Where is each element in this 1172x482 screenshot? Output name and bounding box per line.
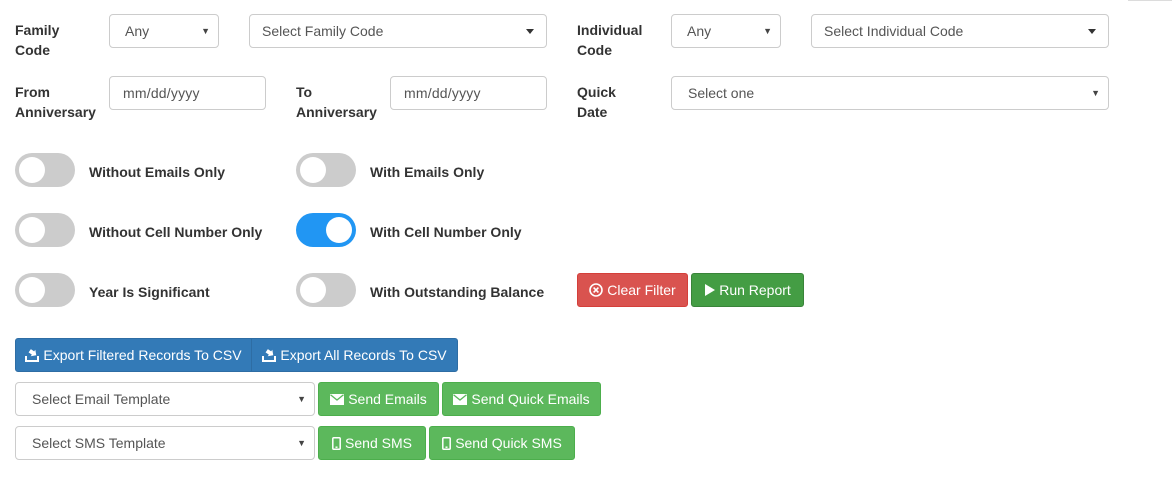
envelope-icon: [330, 393, 345, 405]
to-anniversary-placeholder: mm/dd/yyyy: [404, 85, 481, 101]
export-filtered-button[interactable]: Export Filtered Records To CSV: [15, 338, 252, 372]
toggle-with-emails-label: With Emails Only: [370, 164, 485, 180]
individual-code-label: Individual Code: [577, 20, 642, 60]
export-all-button[interactable]: Export All Records To CSV: [251, 338, 458, 372]
quick-date-select[interactable]: Select one ▼: [671, 76, 1109, 110]
family-code-placeholder: Select Family Code: [262, 23, 384, 39]
toggle-without-cell[interactable]: [15, 213, 75, 247]
to-anniversary-label: To Anniversary: [296, 82, 377, 122]
caret-down-icon: [526, 29, 534, 34]
sms-template-select[interactable]: Select SMS Template ▼: [15, 426, 315, 460]
dropdown-arrow-icon: ▼: [297, 438, 306, 448]
export-icon: [25, 349, 40, 363]
mobile-phone-icon: [332, 436, 341, 450]
mobile-phone-icon: [442, 436, 452, 450]
toggle-knob: [300, 157, 326, 183]
quick-date-label-line2: Date: [577, 104, 608, 120]
run-report-button[interactable]: Run Report: [691, 273, 804, 307]
send-quick-emails-button[interactable]: Send Quick Emails: [442, 382, 601, 416]
export-all-label: Export All Records To CSV: [280, 347, 447, 363]
individual-code-label-line1: Individual: [577, 22, 643, 38]
toggle-without-emails[interactable]: [15, 153, 75, 187]
toggle-with-cell[interactable]: [296, 213, 356, 247]
toggle-knob: [19, 277, 45, 303]
toggle-outstanding-balance-label: With Outstanding Balance: [370, 284, 545, 300]
send-quick-sms-label: Send Quick SMS: [455, 435, 562, 451]
family-any-select[interactable]: Any ▼: [109, 14, 219, 48]
dropdown-arrow-icon: ▼: [297, 394, 306, 404]
top-divider: [1128, 0, 1172, 1]
family-code-label: Family Code: [15, 20, 59, 60]
clear-filter-button[interactable]: Clear Filter: [577, 273, 688, 307]
from-anniversary-label-line1: From: [15, 84, 50, 100]
send-quick-sms-button[interactable]: Send Quick SMS: [429, 426, 575, 460]
sms-template-placeholder: Select SMS Template: [32, 435, 166, 451]
toggle-knob: [19, 157, 45, 183]
from-anniversary-label: From Anniversary: [15, 82, 96, 122]
email-template-select[interactable]: Select Email Template ▼: [15, 382, 315, 416]
individual-code-label-line2: Code: [577, 42, 612, 58]
send-emails-button[interactable]: Send Emails: [318, 382, 439, 416]
toggle-knob: [19, 217, 45, 243]
send-sms-button[interactable]: Send SMS: [318, 426, 426, 460]
toggle-year-significant-label: Year Is Significant: [89, 284, 210, 300]
quick-date-value: Select one: [688, 85, 755, 101]
from-anniversary-placeholder: mm/dd/yyyy: [123, 85, 200, 101]
clear-filter-label: Clear Filter: [607, 282, 676, 298]
dropdown-arrow-icon: ▼: [201, 26, 210, 36]
toggle-year-significant[interactable]: [15, 273, 75, 307]
play-icon: [705, 284, 716, 297]
export-icon: [262, 349, 277, 363]
family-code-label-line1: Family: [15, 22, 60, 38]
quick-date-label: Quick Date: [577, 82, 616, 122]
toggle-without-emails-label: Without Emails Only: [89, 164, 225, 180]
run-report-label: Run Report: [719, 282, 791, 298]
toggle-with-emails[interactable]: [296, 153, 356, 187]
caret-down-icon: [1088, 29, 1096, 34]
from-anniversary-input[interactable]: mm/dd/yyyy: [109, 76, 266, 110]
family-any-value: Any: [125, 23, 150, 39]
individual-any-select[interactable]: Any ▼: [671, 14, 781, 48]
toggle-outstanding-balance[interactable]: [296, 273, 356, 307]
from-anniversary-label-line2: Anniversary: [15, 104, 96, 120]
send-emails-label: Send Emails: [348, 391, 427, 407]
individual-any-value: Any: [687, 23, 712, 39]
send-sms-label: Send SMS: [345, 435, 412, 451]
to-anniversary-label-line2: Anniversary: [296, 104, 377, 120]
send-quick-emails-label: Send Quick Emails: [471, 391, 590, 407]
quick-date-label-line1: Quick: [577, 84, 616, 100]
times-circle-icon: [589, 283, 604, 298]
envelope-icon: [453, 393, 468, 405]
email-template-placeholder: Select Email Template: [32, 391, 171, 407]
toggle-knob: [300, 277, 326, 303]
dropdown-arrow-icon: ▼: [1091, 88, 1100, 98]
toggle-knob: [326, 217, 352, 243]
dropdown-arrow-icon: ▼: [763, 26, 772, 36]
to-anniversary-input[interactable]: mm/dd/yyyy: [390, 76, 547, 110]
toggle-without-cell-label: Without Cell Number Only: [89, 224, 263, 240]
to-anniversary-label-line1: To: [296, 84, 313, 100]
family-code-label-line2: Code: [15, 42, 50, 58]
family-code-select[interactable]: Select Family Code: [249, 14, 547, 48]
individual-code-placeholder: Select Individual Code: [824, 23, 964, 39]
toggle-with-cell-label: With Cell Number Only: [370, 224, 522, 240]
individual-code-select[interactable]: Select Individual Code: [811, 14, 1109, 48]
export-filtered-label: Export Filtered Records To CSV: [43, 347, 242, 363]
